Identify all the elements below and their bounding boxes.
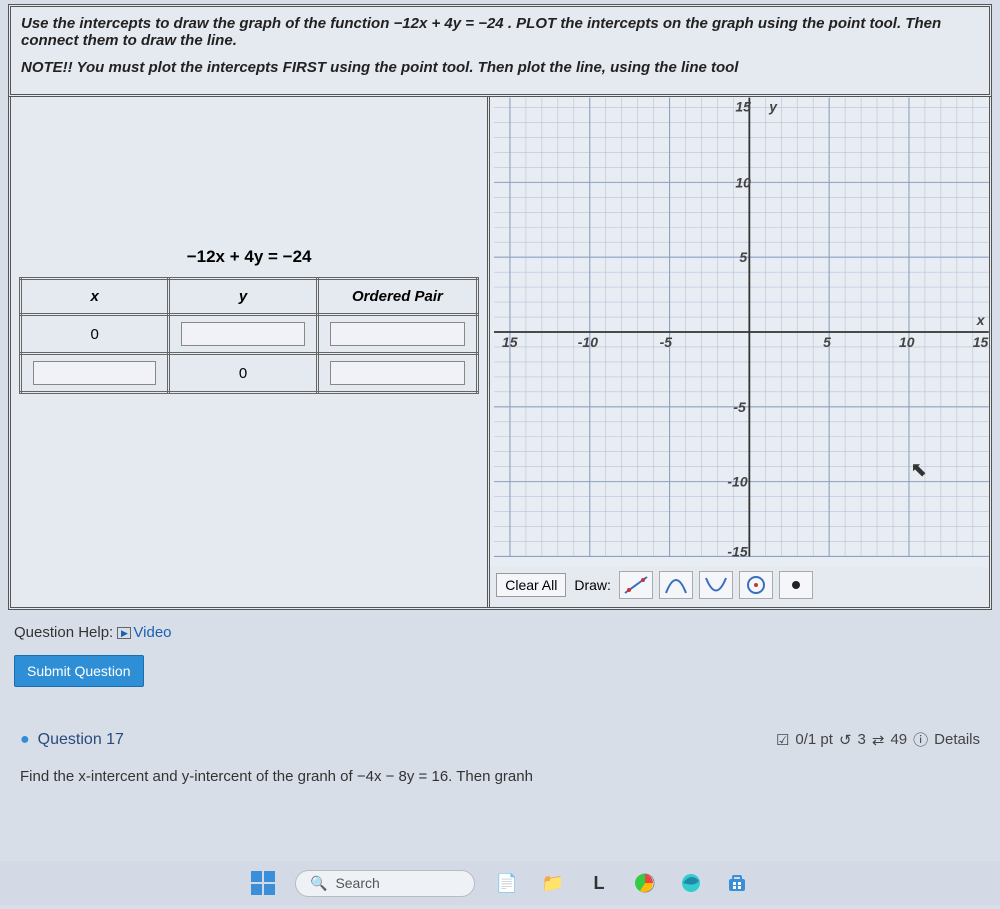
taskbar-l-icon[interactable]: L <box>585 869 613 897</box>
graph-canvas[interactable]: y x 15 10 5 -5 -10 -15 15 -10 -5 5 10 15 <box>490 97 989 567</box>
video-link[interactable]: ▶Video <box>117 624 171 641</box>
cell-y-1: 0 <box>169 354 317 393</box>
draw-label: Draw: <box>572 577 613 593</box>
main-area: −12x + 4y = −24 x y Ordered Pair 0 0 <box>8 97 992 610</box>
retries-text: 3 <box>858 731 866 748</box>
taskbar-store-icon[interactable] <box>723 869 751 897</box>
taskbar-edge-icon[interactable] <box>677 869 705 897</box>
question-17-partial-text: Find the x-intercent and y-intercent of … <box>14 768 986 785</box>
attempts-text: 49 <box>890 731 907 748</box>
question-17-title[interactable]: Question 17 <box>20 731 124 749</box>
svg-text:10: 10 <box>899 334 915 350</box>
svg-text:15: 15 <box>736 99 752 115</box>
line-tool-icon[interactable] <box>619 571 653 599</box>
video-text: Video <box>133 624 171 641</box>
instruction-note: NOTE!! You must plot the intercepts FIRS… <box>21 59 979 76</box>
svg-text:-5: -5 <box>660 334 673 350</box>
cell-x-0: 0 <box>21 315 169 354</box>
search-icon: 🔍 <box>310 875 327 892</box>
intercepts-table: x y Ordered Pair 0 0 <box>19 277 479 394</box>
clear-all-button[interactable]: Clear All <box>496 573 566 597</box>
point-tool-icon[interactable] <box>779 571 813 599</box>
table-row: 0 <box>21 354 478 393</box>
col-header-y: y <box>169 279 317 315</box>
check-icon: ☑ <box>776 731 789 749</box>
cell-y-0-input[interactable] <box>181 322 305 346</box>
taskbar: 🔍 Search 📄 📁 L <box>0 861 1000 905</box>
svg-text:15: 15 <box>973 334 989 350</box>
svg-text:-10: -10 <box>728 474 748 490</box>
cell-x-1-input[interactable] <box>33 361 157 385</box>
below-area: Question Help: ▶Video Submit Question Qu… <box>8 610 992 785</box>
cell-pair-0-input[interactable] <box>330 322 465 346</box>
help-label: Question Help: <box>14 624 113 641</box>
retry-icon: ↺ <box>839 731 852 749</box>
instruction-line-1: Use the intercepts to draw the graph of … <box>21 15 979 49</box>
question-17-status: ☑ 0/1 pt ↺ 3 ⇄ 49 ⓘ Details <box>776 729 980 750</box>
cell-pair-1-input[interactable] <box>330 361 465 385</box>
swap-icon: ⇄ <box>872 731 885 749</box>
parabola-down-tool-icon[interactable] <box>699 571 733 599</box>
svg-text:5: 5 <box>740 249 748 265</box>
axis-label-x: x <box>976 312 986 328</box>
axis-label-y: y <box>769 99 779 115</box>
submit-question-button[interactable]: Submit Question <box>14 655 144 687</box>
taskbar-app-1-icon[interactable]: 📄 <box>493 869 521 897</box>
parabola-up-tool-icon[interactable] <box>659 571 693 599</box>
instructions-box: Use the intercepts to draw the graph of … <box>8 4 992 97</box>
windows-start-icon[interactable] <box>249 869 277 897</box>
info-icon: ⓘ <box>913 729 928 750</box>
svg-text:-5: -5 <box>734 399 747 415</box>
svg-text:5: 5 <box>823 334 831 350</box>
score-text: 0/1 pt <box>795 731 833 748</box>
svg-text:15: 15 <box>502 334 518 350</box>
col-header-x: x <box>21 279 169 315</box>
taskbar-chrome-icon[interactable] <box>631 869 659 897</box>
question-17-row: Question 17 ☑ 0/1 pt ↺ 3 ⇄ 49 ⓘ Details <box>14 729 986 750</box>
svg-text:-15: -15 <box>728 543 748 559</box>
taskbar-search[interactable]: 🔍 Search <box>295 870 475 897</box>
video-icon: ▶ <box>117 627 131 639</box>
taskbar-folder-icon[interactable]: 📁 <box>539 869 567 897</box>
graph-pane: y x 15 10 5 -5 -10 -15 15 -10 -5 5 10 15 <box>490 97 989 607</box>
svg-text:-10: -10 <box>578 334 598 350</box>
search-placeholder: Search <box>335 875 379 891</box>
instr-text-a: Use the intercepts to draw the graph of … <box>21 15 394 32</box>
circle-tool-icon[interactable] <box>739 571 773 599</box>
graph-toolbar: Clear All Draw: <box>490 567 989 603</box>
col-header-pair: Ordered Pair <box>317 279 478 315</box>
equation-display: −12x + 4y = −24 <box>19 247 479 267</box>
details-link[interactable]: Details <box>934 731 980 748</box>
table-pane: −12x + 4y = −24 x y Ordered Pair 0 0 <box>11 97 490 607</box>
question-help-row: Question Help: ▶Video <box>14 624 986 641</box>
table-row: 0 <box>21 315 478 354</box>
svg-text:10: 10 <box>736 174 752 190</box>
instr-equation: −12x + 4y = −24 <box>394 15 504 32</box>
